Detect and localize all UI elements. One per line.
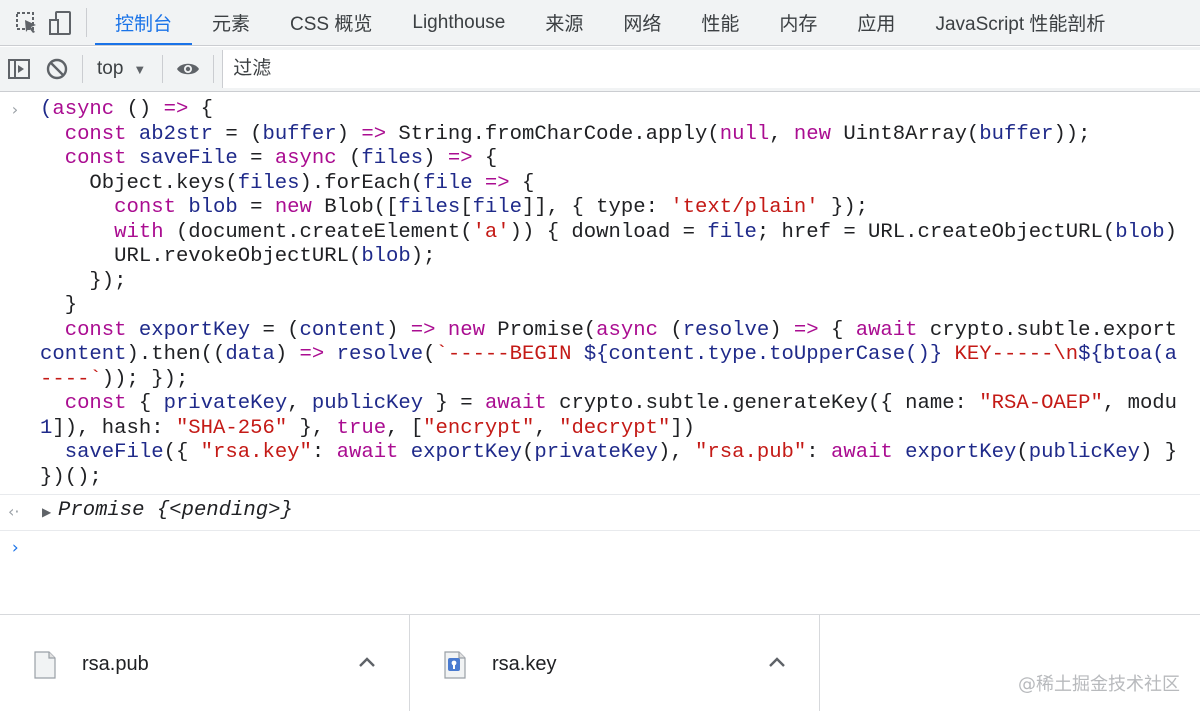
result-value[interactable]: Promise {<pending>} xyxy=(58,499,293,522)
download-item[interactable]: rsa.key xyxy=(410,615,820,711)
devtools-tabbar: 控制台 元素 CSS 概览 Lighthouse 来源 网络 性能 内存 应用 … xyxy=(0,0,1200,46)
download-bar: rsa.pub rsa.key xyxy=(0,614,1200,711)
caret-down-icon: ▼ xyxy=(133,61,147,77)
result-prompt-icon: ‹· xyxy=(8,502,20,521)
toolbar-divider xyxy=(213,55,215,83)
filter-input[interactable] xyxy=(222,50,1200,88)
entry-divider xyxy=(0,494,1200,495)
download-item[interactable]: rsa.pub xyxy=(0,615,410,711)
input-prompt-icon: › xyxy=(10,100,20,119)
tab-lighthouse[interactable]: Lighthouse xyxy=(392,0,525,45)
live-expression-eye-icon[interactable] xyxy=(169,50,207,88)
context-value: top xyxy=(97,58,124,79)
console-panel: › (async () => { const ab2str = (buffer)… xyxy=(0,92,1200,614)
tab-elements[interactable]: 元素 xyxy=(192,0,270,45)
tab-sources[interactable]: 来源 xyxy=(525,0,603,45)
chevron-up-icon[interactable] xyxy=(767,655,787,669)
toolbar-divider xyxy=(82,55,83,83)
toolbar-divider xyxy=(162,55,164,83)
tab-network[interactable]: 网络 xyxy=(603,0,681,45)
key-file-icon xyxy=(444,651,466,679)
device-toolbar-icon[interactable] xyxy=(44,6,78,40)
show-sidebar-icon[interactable] xyxy=(0,50,38,88)
clear-console-icon[interactable] xyxy=(38,50,76,88)
tab-console[interactable]: 控制台 xyxy=(95,0,193,45)
download-file-name: rsa.pub xyxy=(82,653,149,675)
expand-triangle-icon[interactable]: ▶ xyxy=(42,505,51,519)
download-file-name: rsa.key xyxy=(492,653,557,675)
tab-css-overview[interactable]: CSS 概览 xyxy=(270,0,392,45)
context-selector[interactable]: top ▼ xyxy=(89,58,156,80)
watermark: @稀土掘金技术社区 xyxy=(1018,674,1180,695)
tab-application[interactable]: 应用 xyxy=(837,0,915,45)
tool-icons xyxy=(0,0,78,45)
console-toolbar: top ▼ xyxy=(0,47,1200,92)
entry-divider xyxy=(0,530,1200,531)
tab-memory[interactable]: 内存 xyxy=(759,0,837,45)
document-icon xyxy=(34,651,56,679)
code-block: (async () => { const ab2str = (buffer) =… xyxy=(40,98,1178,489)
console-result-entry: ‹· ▶ Promise {<pending>} xyxy=(0,496,1200,530)
inspect-element-icon[interactable] xyxy=(10,6,44,40)
tab-performance[interactable]: 性能 xyxy=(681,0,759,45)
chevron-up-icon[interactable] xyxy=(357,655,377,669)
tab-divider xyxy=(86,8,87,37)
tab-js-profiler[interactable]: JavaScript 性能剖析 xyxy=(915,0,1125,45)
new-input-prompt-icon[interactable]: › xyxy=(10,538,20,558)
